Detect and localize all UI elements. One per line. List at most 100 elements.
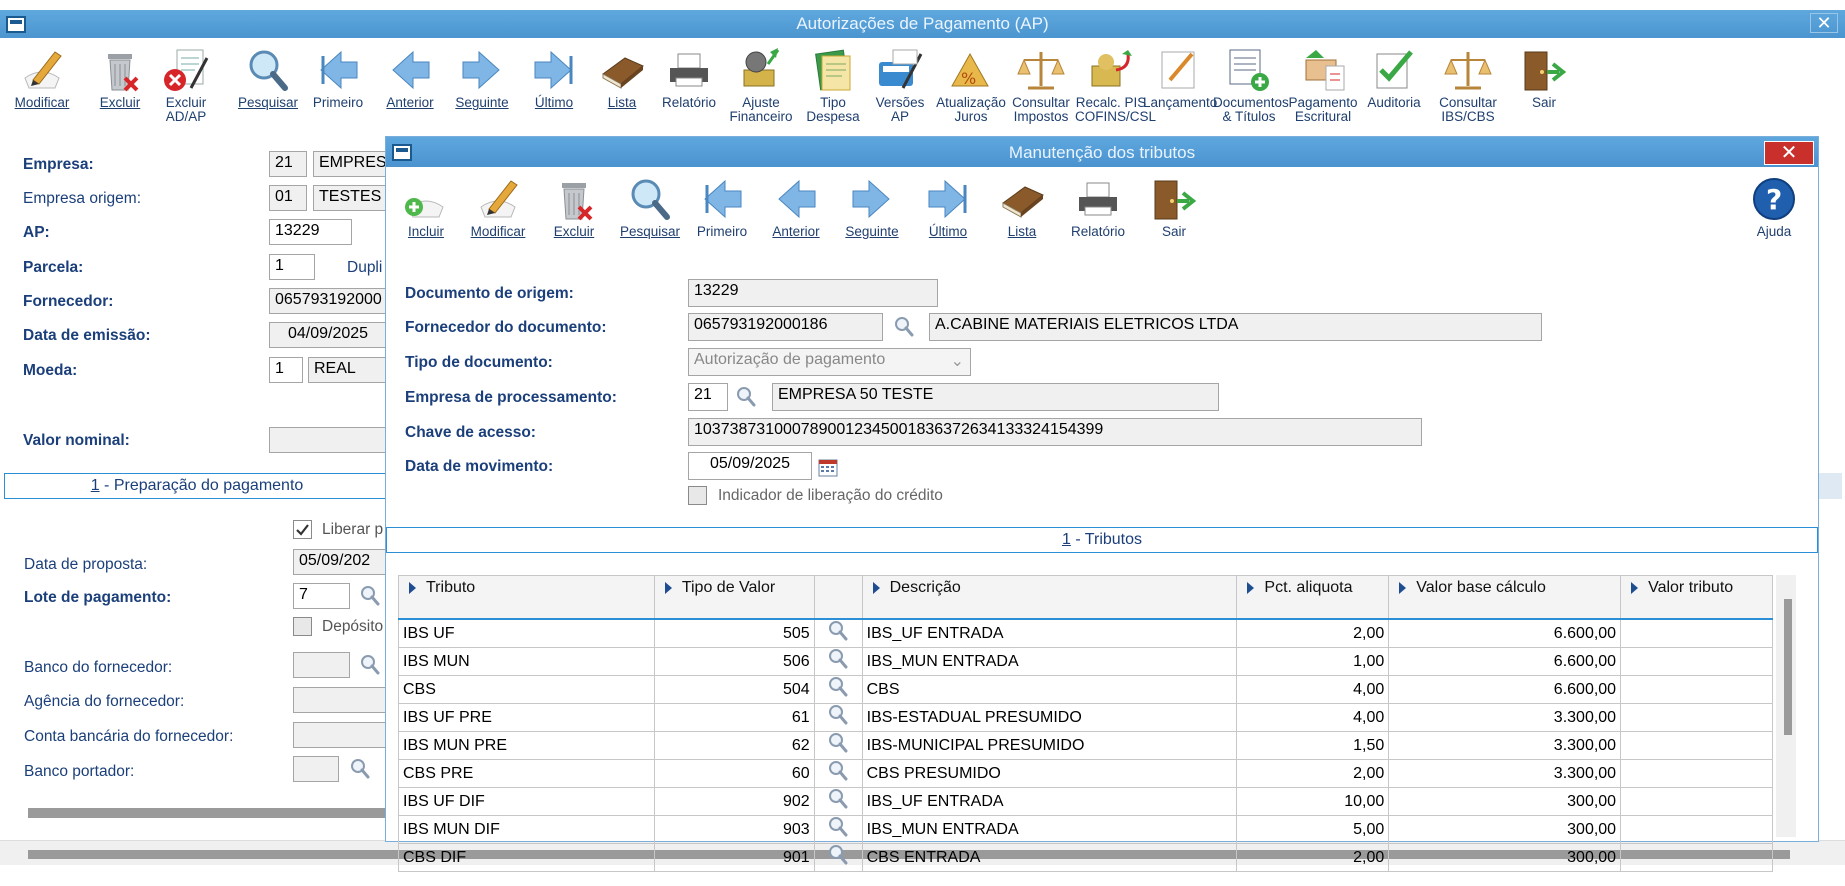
search-icon[interactable] bbox=[360, 654, 380, 676]
cell-lookup[interactable] bbox=[813, 703, 863, 732]
main-toolbar-button-13[interactable]: % Atualização Juros bbox=[935, 44, 1007, 124]
main-toolbar-button-14[interactable]: Consultar Impostos bbox=[1005, 44, 1077, 124]
cell-tributo[interactable]: CBS DIF bbox=[398, 843, 655, 872]
main-toolbar-button-17[interactable]: Documentos & Títulos bbox=[1213, 44, 1289, 124]
main-toolbar-button-5[interactable]: Anterior bbox=[374, 44, 446, 110]
search-icon[interactable] bbox=[828, 844, 848, 871]
cell-valor-tributo[interactable] bbox=[1620, 787, 1773, 816]
tab-preparacao-pagamento[interactable]: 1 - Preparação do pagamento bbox=[4, 473, 390, 499]
table-row[interactable]: IBS UF DIF 902 IBS_UF ENTRADA 10,00 300,00 bbox=[398, 787, 1773, 816]
main-horizontal-scrollbar[interactable] bbox=[28, 808, 398, 818]
cell-valor-base[interactable]: 6.600,00 bbox=[1388, 675, 1622, 704]
cell-descricao[interactable]: IBS_UF ENTRADA bbox=[861, 618, 1238, 648]
cell-descricao[interactable]: IBS-ESTADUAL PRESUMIDO bbox=[861, 703, 1238, 732]
cell-pct-aliquota[interactable]: 10,00 bbox=[1236, 787, 1390, 816]
cell-pct-aliquota[interactable]: 2,00 bbox=[1236, 843, 1390, 872]
cell-valor-tributo[interactable] bbox=[1620, 843, 1773, 872]
cell-valor-tributo[interactable] bbox=[1620, 759, 1773, 788]
indicador-liberacao-checkbox[interactable] bbox=[688, 486, 707, 505]
ap-field[interactable]: 13229 bbox=[269, 219, 352, 245]
column-header[interactable]: Tipo de Valor bbox=[653, 575, 815, 620]
cell-tributo[interactable]: IBS UF bbox=[398, 618, 655, 648]
dialog-toolbar-button-3[interactable]: Pesquisar bbox=[614, 173, 686, 239]
search-icon[interactable] bbox=[736, 386, 756, 408]
cell-tributo[interactable]: CBS bbox=[398, 675, 655, 704]
doc-origem-field[interactable]: 13229 bbox=[688, 279, 938, 307]
liberar-checkbox[interactable] bbox=[293, 520, 312, 539]
banco-fornecedor-field[interactable] bbox=[293, 652, 350, 678]
cell-valor-base[interactable]: 6.600,00 bbox=[1388, 618, 1622, 648]
cell-lookup[interactable] bbox=[813, 647, 863, 676]
main-toolbar-button-15[interactable]: Recalc. PIS COFINS/CSL bbox=[1075, 44, 1156, 124]
cell-pct-aliquota[interactable]: 2,00 bbox=[1236, 618, 1390, 648]
main-toolbar-button-11[interactable]: Tipo Despesa bbox=[797, 44, 869, 124]
cell-lookup[interactable] bbox=[813, 843, 863, 872]
dialog-toolbar-button-8[interactable]: Lista bbox=[986, 173, 1058, 239]
cell-descricao[interactable]: IBS_MUN ENTRADA bbox=[861, 647, 1238, 676]
table-row[interactable]: CBS DIF 901 CBS ENTRADA 2,00 300,00 bbox=[398, 843, 1773, 872]
main-toolbar-button-0[interactable]: Modificar bbox=[6, 44, 78, 110]
search-icon[interactable] bbox=[828, 676, 848, 703]
column-header[interactable]: Descrição bbox=[861, 575, 1238, 620]
table-row[interactable]: CBS PRE 60 CBS PRESUMIDO 2,00 3.300,00 bbox=[398, 759, 1773, 788]
data-emissao-field[interactable]: 04/09/2025 bbox=[269, 322, 387, 348]
cell-tipo-valor[interactable]: 903 bbox=[653, 815, 815, 844]
cell-tributo[interactable]: IBS MUN PRE bbox=[398, 731, 655, 760]
conta-fornecedor-field[interactable] bbox=[293, 722, 393, 748]
table-row[interactable]: IBS MUN PRE 62 IBS-MUNICIPAL PRESUMIDO 1,50… bbox=[398, 731, 1773, 760]
cell-lookup[interactable] bbox=[813, 815, 863, 844]
search-icon[interactable] bbox=[350, 758, 370, 780]
dialog-toolbar-button-7[interactable]: Último bbox=[912, 173, 984, 239]
search-icon[interactable] bbox=[828, 704, 848, 731]
main-close-button[interactable]: ✕ bbox=[1810, 13, 1838, 33]
dialog-toolbar-button-9[interactable]: Relatório bbox=[1062, 173, 1134, 239]
main-toolbar-button-6[interactable]: Seguinte bbox=[446, 44, 518, 110]
dialog-toolbar-button-2[interactable]: Excluir bbox=[538, 173, 610, 239]
cell-tipo-valor[interactable]: 506 bbox=[653, 647, 815, 676]
fornecedor-field[interactable]: 065793192000 bbox=[269, 288, 393, 314]
cell-descricao[interactable]: IBS_MUN ENTRADA bbox=[861, 815, 1238, 844]
dialog-toolbar-button-6[interactable]: Seguinte bbox=[836, 173, 908, 239]
table-vertical-scrollbar[interactable] bbox=[1784, 599, 1792, 735]
main-toolbar-button-21[interactable]: Sair bbox=[1508, 44, 1580, 110]
cell-valor-base[interactable]: 300,00 bbox=[1388, 787, 1622, 816]
tab-tributos[interactable]: 1 - Tributos bbox=[386, 527, 1818, 553]
main-toolbar-button-18[interactable]: Pagamento Escritural bbox=[1287, 44, 1359, 124]
cell-descricao[interactable]: CBS bbox=[861, 675, 1238, 704]
dialog-close-button[interactable]: ✕ bbox=[1764, 141, 1814, 165]
cell-tipo-valor[interactable]: 504 bbox=[653, 675, 815, 704]
table-row[interactable]: CBS 504 CBS 4,00 6.600,00 bbox=[398, 675, 1773, 704]
cell-pct-aliquota[interactable]: 4,00 bbox=[1236, 675, 1390, 704]
cell-valor-tributo[interactable] bbox=[1620, 647, 1773, 676]
cell-tributo[interactable]: IBS MUN bbox=[398, 647, 655, 676]
cell-lookup[interactable] bbox=[813, 731, 863, 760]
dialog-toolbar-button-1[interactable]: Modificar bbox=[462, 173, 534, 239]
empresa-code-field[interactable]: 21 bbox=[269, 151, 307, 177]
column-header[interactable]: Pct. aliquota bbox=[1236, 575, 1390, 620]
main-toolbar-button-3[interactable]: Pesquisar bbox=[232, 44, 304, 110]
fornecedor-doc-code-field[interactable]: 065793192000186 bbox=[688, 313, 883, 341]
main-toolbar-button-1[interactable]: Excluir bbox=[84, 44, 156, 110]
cell-pct-aliquota[interactable]: 2,00 bbox=[1236, 759, 1390, 788]
cell-valor-base[interactable]: 3.300,00 bbox=[1388, 759, 1622, 788]
dialog-toolbar-button-5[interactable]: Anterior bbox=[760, 173, 832, 239]
cell-tipo-valor[interactable]: 902 bbox=[653, 787, 815, 816]
cell-tributo[interactable]: IBS UF DIF bbox=[398, 787, 655, 816]
cell-tipo-valor[interactable]: 61 bbox=[653, 703, 815, 732]
main-toolbar-button-8[interactable]: Lista bbox=[586, 44, 658, 110]
cell-lookup[interactable] bbox=[813, 675, 863, 704]
empresa-origem-code-field[interactable]: 01 bbox=[269, 185, 307, 211]
cell-descricao[interactable]: CBS PRESUMIDO bbox=[861, 759, 1238, 788]
main-toolbar-button-20[interactable]: Consultar IBS/CBS bbox=[1432, 44, 1504, 124]
cell-descricao[interactable]: IBS_UF ENTRADA bbox=[861, 787, 1238, 816]
main-toolbar-button-7[interactable]: Último bbox=[518, 44, 590, 110]
search-icon[interactable] bbox=[894, 316, 914, 338]
lote-pagamento-field[interactable]: 7 bbox=[293, 583, 350, 609]
main-toolbar-button-2[interactable]: Excluir AD/AP bbox=[150, 44, 222, 124]
search-icon[interactable] bbox=[828, 648, 848, 675]
main-toolbar-button-12[interactable]: Versões AP bbox=[864, 44, 936, 124]
column-header[interactable] bbox=[813, 575, 863, 620]
empresa-proc-code-field[interactable]: 21 bbox=[688, 383, 728, 411]
dialog-toolbar-button-0[interactable]: Incluir bbox=[390, 173, 462, 239]
main-toolbar-button-10[interactable]: Ajuste Financeiro bbox=[725, 44, 797, 124]
